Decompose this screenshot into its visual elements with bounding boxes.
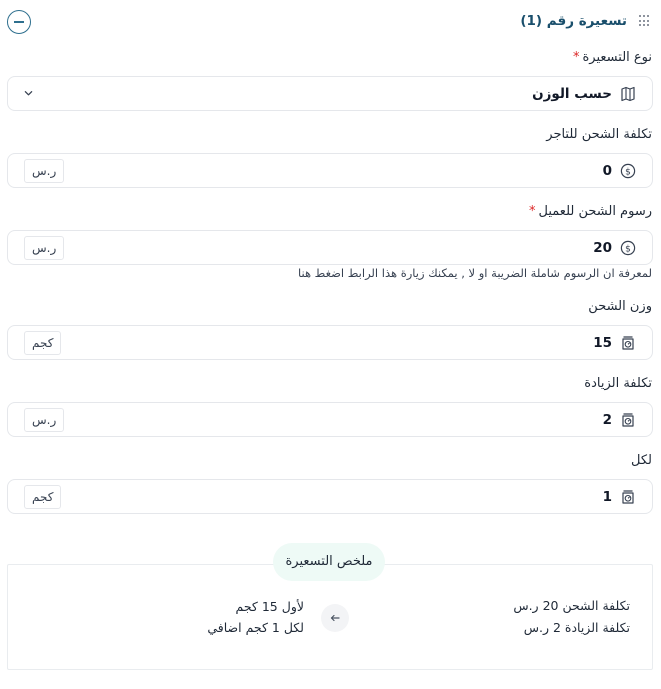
per-value: 1 [602,489,612,505]
extra-cost-label: تكلفة الزيادة [584,376,652,391]
arrow-left-icon [321,604,349,632]
currency-unit: ر.س [24,236,65,260]
minus-icon [14,21,24,23]
drag-handle-icon[interactable] [639,15,649,27]
map-weight-icon [621,86,635,102]
pricing-type-value: حسب الوزن [532,86,612,102]
merchant-cost-value: 0 [602,163,612,179]
svg-text:$: $ [625,167,631,177]
currency-unit: ر.س [24,159,65,183]
weight-input[interactable]: 15 كجم [7,325,653,360]
per-input[interactable]: 1 كجم [7,479,653,514]
customer-fee-label: رسوم الشحن للعميل* [529,204,652,219]
pricing-card-header: تسعيرة رقم (1) [0,8,661,36]
scale-icon [622,490,634,504]
pricing-summary-title: ملخص التسعيرة [273,543,385,581]
summary-shipping-cost: تكلفة الشحن 20 ر.س [513,598,630,613]
currency-unit: ر.س [24,408,65,432]
tax-info-hint[interactable]: لمعرفة ان الرسوم شاملة الضريبة او لا , ي… [298,266,652,280]
merchant-cost-input[interactable]: $ 0 ر.س [7,153,653,188]
extra-cost-input[interactable]: 2 ر.س [7,402,653,437]
summary-first-weight: لأول 15 كجم [235,599,304,614]
summary-per-extra: لكل 1 كجم اضافي [207,620,304,635]
scale-icon [622,413,634,427]
per-label: لكل [631,453,652,468]
weight-unit: كجم [24,485,62,509]
summary-extra-cost: تكلفة الزيادة 2 ر.س [523,620,630,635]
customer-fee-input[interactable]: $ 20 ر.س [7,230,653,265]
pricing-title: تسعيرة رقم (1) [520,13,627,29]
customer-fee-value: 20 [593,240,612,256]
pricing-type-select[interactable]: حسب الوزن [7,76,653,111]
chevron-down-icon [24,91,33,96]
collapse-button[interactable] [7,10,31,34]
coin-icon: $ [620,163,636,179]
coin-icon: $ [620,240,636,256]
pricing-type-label: نوع التسعيرة* [573,50,652,65]
weight-unit: كجم [24,331,62,355]
svg-text:$: $ [625,244,631,254]
weight-value: 15 [593,335,612,351]
scale-icon [622,336,634,350]
weight-label: وزن الشحن [588,299,652,314]
merchant-cost-label: تكلفة الشحن للتاجر [546,127,652,142]
extra-cost-value: 2 [602,412,612,428]
